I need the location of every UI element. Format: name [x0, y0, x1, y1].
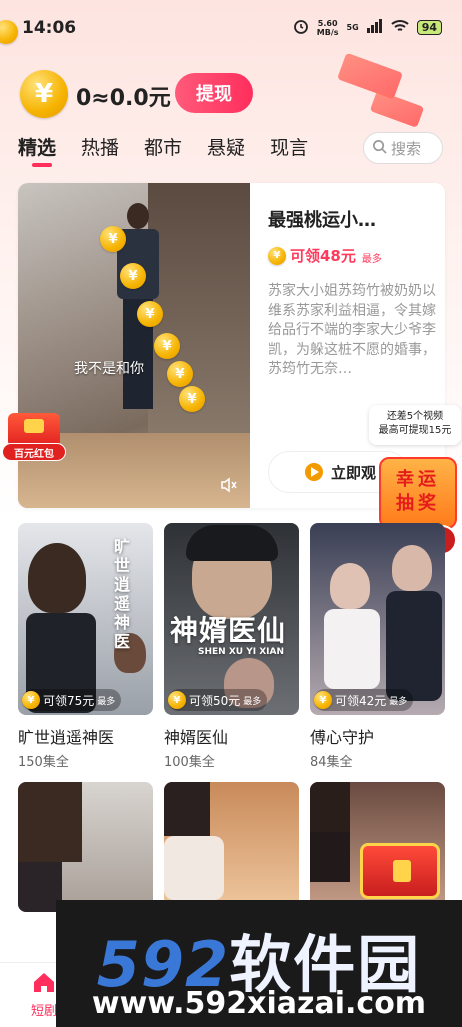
- reward-suffix: 最多: [361, 254, 382, 265]
- poster-reward-amount: 可领42元: [335, 693, 387, 708]
- floating-coin-icon: ¥: [100, 226, 126, 252]
- search-placeholder: 搜索: [391, 139, 422, 158]
- poster-reward: ¥ 可领42元 最多: [314, 689, 414, 711]
- video-subtitle: 我不是和你: [74, 361, 144, 377]
- tab-featured[interactable]: 精选: [18, 133, 56, 167]
- signal-label: 5G: [346, 23, 359, 32]
- lucky-draw-tip: 还差5个视频 最高可提现15元: [369, 405, 461, 445]
- lucky-tip-line2: 最高可提现15元: [378, 425, 452, 436]
- play-icon: [305, 463, 323, 481]
- poster-reward-suffix: 最多: [389, 696, 408, 707]
- floating-coin-icon: ¥: [154, 333, 180, 359]
- drama-card[interactable]: 神婿医仙 SHEN XU YI XIAN ¥ 可领50元 最多 神婿医仙 100…: [164, 523, 299, 770]
- reward-coin-icon: ¥: [22, 691, 40, 709]
- drama-title[interactable]: 神婿医仙: [164, 724, 299, 748]
- poster-reward-suffix: 最多: [243, 696, 262, 707]
- search-icon: [372, 139, 387, 158]
- wifi-icon: [391, 19, 409, 36]
- reward-coin-icon: ¥: [268, 246, 286, 265]
- drama-episodes: 100集全: [164, 755, 215, 770]
- treasure-chest-icon[interactable]: [360, 843, 440, 899]
- drama-card[interactable]: ¥ 可领42元 最多 傅心守护 84集全: [310, 523, 445, 770]
- poster-title-text: 旷世逍遥神医: [114, 537, 131, 651]
- poster-subtitle-text: SHEN XU YI XIAN: [198, 647, 284, 657]
- drama-poster[interactable]: ¥ 可领42元 最多: [310, 523, 445, 715]
- drama-title[interactable]: 傅心守护: [310, 724, 445, 748]
- watermark-banner: 592软件园 www.592xiazai.com: [56, 900, 462, 1027]
- tab-suspense[interactable]: 悬疑: [207, 133, 245, 160]
- yuan-coin-icon: ¥: [20, 70, 68, 118]
- poster-reward-suffix: 最多: [97, 696, 116, 707]
- watermark-url: www.592xiazai.com: [91, 986, 427, 1021]
- drama-title[interactable]: 旷世逍遥神医: [18, 724, 153, 748]
- floating-coin-icon: ¥: [167, 361, 193, 387]
- home-icon[interactable]: [32, 971, 56, 993]
- lucky-draw-title-1: 幸运: [396, 469, 440, 490]
- watch-now-label: 立即观: [331, 463, 377, 482]
- drama-episodes: 84集全: [310, 755, 353, 770]
- tab-modern-romance[interactable]: 现言: [270, 133, 308, 160]
- poster-reward: ¥ 可领50元 最多: [168, 689, 268, 711]
- drama-poster[interactable]: 神婿医仙 SHEN XU YI XIAN ¥ 可领50元 最多: [164, 523, 299, 715]
- red-envelope-icon: [8, 413, 60, 447]
- tab-hot[interactable]: 热播: [81, 133, 119, 160]
- status-icons: 5.60 MB/s 5G 94: [293, 18, 442, 37]
- nav-home-label[interactable]: 短剧: [31, 1000, 57, 1019]
- poster-reward: ¥ 可领75元 最多: [22, 689, 122, 711]
- floating-coin-icon: ¥: [137, 301, 163, 327]
- balance-amount[interactable]: 0≈0.0元: [76, 80, 171, 112]
- mute-icon[interactable]: [220, 476, 238, 494]
- reward-amount: 可领48元: [290, 247, 356, 265]
- floating-coin-icon: ¥: [179, 386, 205, 412]
- poster-title-text: 神婿医仙: [170, 614, 287, 647]
- tab-urban[interactable]: 都市: [144, 133, 182, 160]
- category-tabs: 精选 热播 都市 悬疑 现言: [18, 133, 308, 167]
- drama-poster[interactable]: [164, 782, 299, 912]
- drama-card[interactable]: 旷世逍遥神医 ¥ 可领75元 最多 旷世逍遥神医 150集全: [18, 523, 153, 770]
- signal-icon: [366, 19, 383, 36]
- featured-drama-title[interactable]: 最强桃运小…: [268, 206, 428, 232]
- drama-episodes: 150集全: [18, 755, 69, 770]
- lucky-tip-line1: 还差5个视频: [386, 411, 444, 422]
- status-bar: 14:06 5.60 MB/s 5G 94: [0, 0, 462, 52]
- search-box[interactable]: 搜索: [363, 132, 443, 164]
- reward-coin-icon: ¥: [314, 691, 332, 709]
- floating-coin-icon: ¥: [120, 263, 146, 289]
- red-packet-label: 百元红包: [2, 443, 66, 461]
- battery-indicator: 94: [416, 20, 442, 35]
- featured-reward: ¥ 可领48元 最多: [268, 245, 382, 266]
- poster-reward-amount: 可领50元: [189, 693, 241, 708]
- alarm-icon: [293, 18, 309, 37]
- drama-poster[interactable]: [18, 782, 153, 912]
- featured-drama-description: 苏家大小姐苏筠竹被奶奶以维系苏家利益相逼，令其嫁给品行不端的李家大少爷李凯，为躲…: [268, 283, 436, 377]
- drama-poster[interactable]: 旷世逍遥神医 ¥ 可领75元 最多: [18, 523, 153, 715]
- status-time: 14:06: [22, 18, 77, 38]
- red-packet-widget[interactable]: 百元红包: [2, 413, 66, 463]
- network-speed: 5.60 MB/s: [316, 18, 339, 37]
- reward-coin-icon: ¥: [168, 691, 186, 709]
- withdraw-button[interactable]: 提现: [175, 73, 253, 113]
- poster-reward-amount: 可领75元: [43, 693, 95, 708]
- lucky-draw-title-2: 抽奖: [396, 493, 440, 514]
